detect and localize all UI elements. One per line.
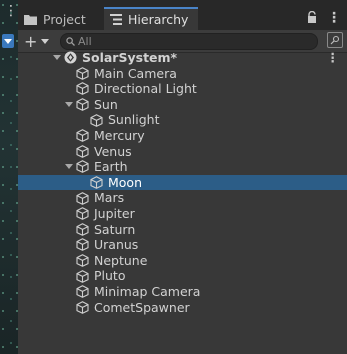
tab-actions: ⋮: [307, 10, 341, 26]
gameobject-label: Mercury: [94, 127, 145, 143]
panel-menu-icon[interactable]: ⋮: [327, 10, 341, 26]
gameobject-label: Sun: [94, 96, 118, 112]
gameobject-cube-icon: [76, 300, 89, 314]
scene-menu-icon[interactable]: ⋮: [327, 50, 340, 66]
list-icon: [110, 14, 122, 25]
chevron-down-icon: [41, 39, 50, 44]
gameobject-cube-icon: [76, 269, 89, 283]
gameobject-cube-icon: [90, 113, 103, 127]
gameobject-row[interactable]: Moon: [18, 174, 347, 191]
gameobject-label: Earth: [94, 159, 128, 175]
gameobject-cube-icon: [76, 129, 89, 143]
tab-project-label: Project: [43, 12, 86, 27]
gameobject-row[interactable]: Saturn: [18, 222, 347, 238]
scene-name: SolarSystem*: [82, 50, 178, 65]
gameobject-row[interactable]: Uranus: [18, 237, 347, 253]
gameobject-label: Pluto: [94, 268, 126, 284]
foldout-arrow[interactable]: [64, 164, 74, 170]
scene-view-dropdown-button[interactable]: [2, 34, 14, 48]
gameobject-row[interactable]: Mercury: [18, 128, 347, 144]
gameobject-cube-icon: [76, 238, 89, 252]
gameobject-list: Main Camera Directional Light Sun Sunlight M…: [18, 66, 347, 316]
gameobject-label: Minimap Camera: [94, 283, 201, 299]
gameobject-label: Sunlight: [108, 112, 160, 128]
gameobject-cube-icon: [76, 191, 89, 205]
gameobject-cube-icon: [76, 207, 89, 221]
gameobject-row[interactable]: Neptune: [18, 253, 347, 269]
lock-icon[interactable]: [307, 10, 317, 26]
gameobject-cube-icon: [76, 67, 89, 80]
gameobject-label: Main Camera: [94, 65, 177, 81]
tab-hierarchy-label: Hierarchy: [128, 12, 189, 27]
gameobject-cube-icon: [90, 176, 103, 189]
search-field[interactable]: [60, 33, 318, 50]
foldout-arrow[interactable]: [52, 55, 62, 61]
tab-project[interactable]: Project: [24, 9, 108, 30]
gameobject-label: Uranus: [94, 237, 139, 253]
gameobject-cube-icon: [76, 254, 89, 267]
gameobject-row[interactable]: CometSpawner: [18, 300, 347, 316]
gameobject-row[interactable]: Directional Light: [18, 81, 347, 97]
gameobject-row[interactable]: Jupiter: [18, 206, 347, 222]
gameobject-label: Jupiter: [94, 205, 135, 221]
folder-icon: [24, 14, 37, 25]
tab-bar: Project Hierarchy ⋮: [18, 0, 347, 31]
plus-icon: +: [24, 32, 38, 51]
gameobject-label: Moon: [108, 174, 143, 190]
gameobject-label: Neptune: [94, 252, 148, 268]
gameobject-cube-icon: [76, 98, 89, 111]
gameobject-label: Venus: [94, 143, 132, 159]
gameobject-row[interactable]: Sunlight: [18, 112, 347, 128]
scene-view-background: [0, 0, 18, 354]
search-input[interactable]: [78, 35, 298, 48]
foldout-arrow[interactable]: [64, 102, 74, 108]
search-icon: [66, 37, 75, 46]
scene-view-edge: ⋮: [0, 0, 18, 354]
scene-view-menu-icon[interactable]: ⋮: [4, 4, 18, 18]
hierarchy-panel: Project Hierarchy ⋮ + All SolarSystem* ⋮…: [18, 0, 347, 354]
gameobject-label: Directional Light: [94, 81, 197, 97]
create-dropdown-button[interactable]: +: [24, 32, 50, 51]
search-mode-button[interactable]: [327, 32, 343, 48]
gameobject-cube-icon: [76, 223, 89, 236]
gameobject-row[interactable]: Main Camera: [18, 66, 347, 82]
unity-scene-icon: [64, 51, 77, 64]
gameobject-cube-icon: [76, 160, 89, 174]
gameobject-row[interactable]: Mars: [18, 190, 347, 206]
gameobject-cube-icon: [76, 145, 89, 158]
hierarchy-tree: SolarSystem* ⋮ Main Camera Directional Li…: [18, 50, 347, 315]
gameobject-cube-icon: [76, 285, 89, 299]
gameobject-row[interactable]: Minimap Camera: [18, 284, 347, 300]
tab-hierarchy[interactable]: Hierarchy: [104, 7, 198, 30]
gameobject-cube-icon: [76, 82, 89, 96]
gameobject-row[interactable]: Pluto: [18, 268, 347, 284]
gameobject-row[interactable]: Earth: [18, 159, 347, 175]
gameobject-label: Mars: [94, 190, 125, 206]
scene-row[interactable]: SolarSystem* ⋮: [18, 50, 347, 66]
gameobject-row[interactable]: Sun: [18, 97, 347, 113]
gameobject-label: Saturn: [94, 221, 136, 237]
gameobject-label: CometSpawner: [94, 299, 190, 315]
gameobject-row[interactable]: Venus: [18, 144, 347, 160]
